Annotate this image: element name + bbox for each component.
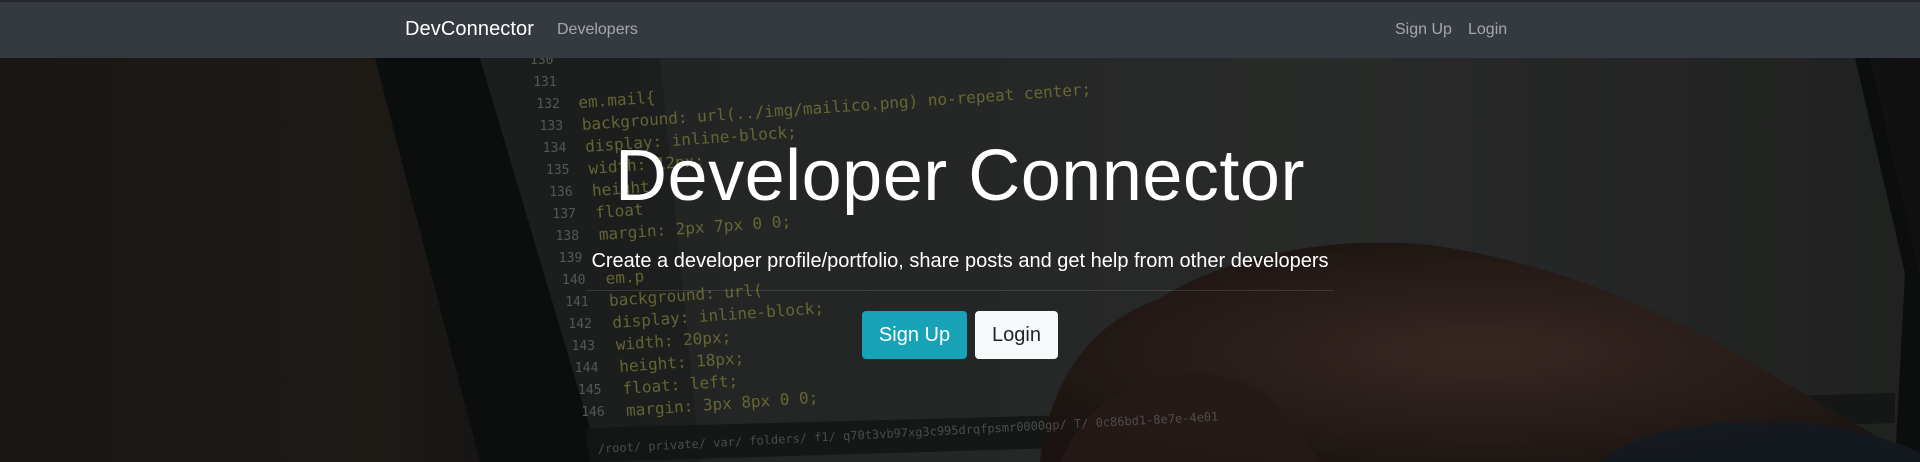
hero-section: 130 131 132 133 134 135 136 137 138 139 140 141 142 1… bbox=[0, 58, 1920, 462]
brand-logo-link[interactable]: DevConnector bbox=[405, 18, 534, 41]
sign-up-button[interactable]: Sign Up bbox=[862, 311, 967, 359]
hero-title: Developer Connector bbox=[615, 136, 1305, 216]
landing-page: DevConnector Developers Sign Up Login 13… bbox=[0, 0, 1920, 462]
login-button[interactable]: Login bbox=[975, 311, 1058, 359]
top-navbar: DevConnector Developers Sign Up Login bbox=[0, 0, 1920, 58]
nav-link-login[interactable]: Login bbox=[1468, 21, 1507, 39]
hero-divider bbox=[586, 290, 1334, 291]
nav-link-sign-up[interactable]: Sign Up bbox=[1395, 21, 1452, 39]
nav-link-developers[interactable]: Developers bbox=[557, 21, 638, 39]
hero-lead-text: Create a developer profile/portfolio, sh… bbox=[591, 250, 1329, 272]
